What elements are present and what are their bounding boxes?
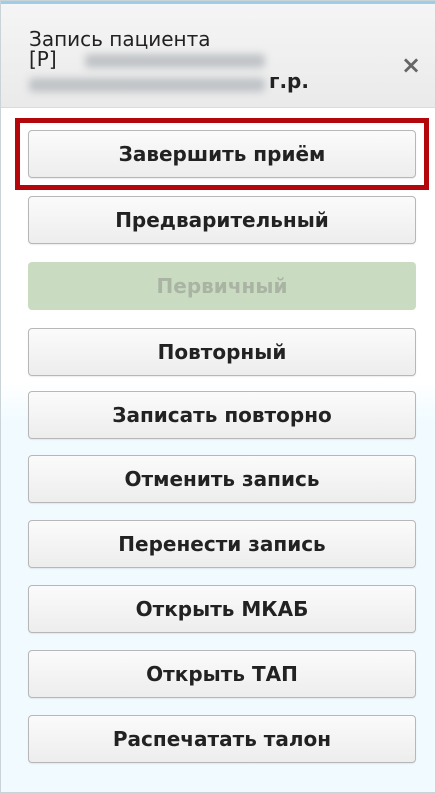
close-icon[interactable]: ×: [401, 53, 421, 77]
open-tap-button[interactable]: Открыть ТАП: [28, 650, 416, 698]
cancel-appointment-button[interactable]: Отменить запись: [28, 455, 416, 503]
book-again-button[interactable]: Записать повторно: [28, 391, 416, 439]
print-ticket-button[interactable]: Распечатать талон: [28, 715, 416, 763]
reschedule-appointment-button[interactable]: Перенести запись: [28, 520, 416, 568]
preliminary-button[interactable]: Предварительный: [28, 196, 416, 244]
patient-appointment-popup: Запись пациента [Р] г.р. × Завершить при…: [0, 0, 436, 793]
primary-visit-button: Первичный: [28, 262, 416, 310]
patient-dob-suffix: г.р.: [269, 69, 309, 93]
finish-appointment-button[interactable]: Завершить приём: [28, 130, 416, 178]
patient-id-prefix: [Р]: [29, 47, 57, 71]
redacted-patient-name: [85, 54, 265, 68]
redacted-patient-name-2: [29, 78, 265, 92]
open-mkab-button[interactable]: Открыть МКАБ: [28, 585, 416, 633]
popup-header: Запись пациента [Р] г.р. ×: [1, 1, 435, 108]
repeat-visit-button[interactable]: Повторный: [28, 328, 416, 376]
